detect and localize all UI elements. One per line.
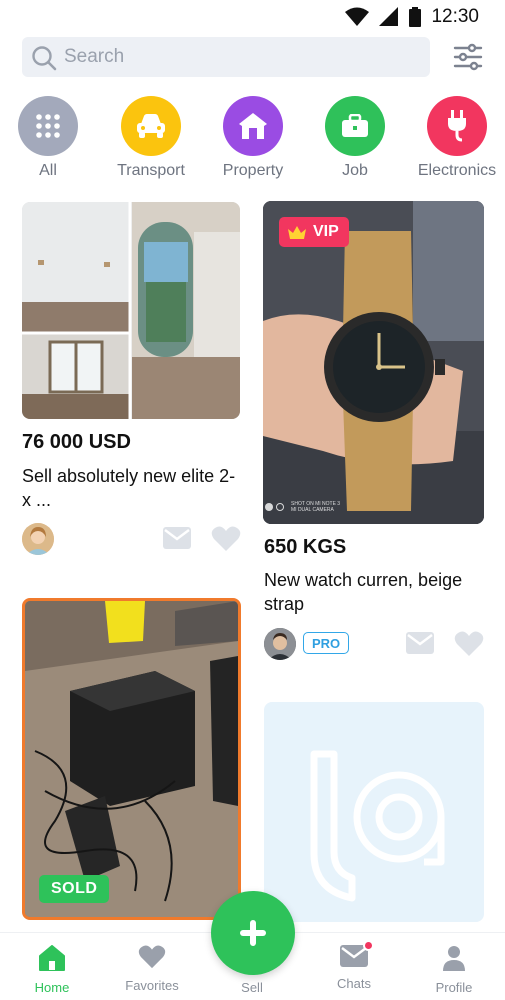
plus-icon [240,920,266,946]
cellular-signal-icon [379,7,399,26]
seller-avatar[interactable] [22,523,54,555]
category-job-circle [325,96,385,156]
nav-label: Favorites [125,978,179,993]
brand-logo-placeholder-icon [310,750,445,902]
listing-price: 650 KGS [264,536,347,558]
category-label: Job [342,162,368,179]
category-transport-circle [121,96,181,156]
crown-icon [288,225,306,239]
apartment-photo [22,202,240,419]
category-label: Transport [117,162,185,179]
nav-chats[interactable]: Chats [309,940,399,991]
nav-label: Sell [241,980,263,995]
chats-icon-wrap [340,940,374,972]
house-icon [239,113,267,139]
person-icon [443,946,465,971]
category-property-circle [223,96,283,156]
vip-badge-label: VIP [313,223,339,240]
watermark-text: SHOT ON MI NOTE 3 MI DUAL CAMERA [291,501,340,513]
grid-icon [36,114,60,138]
seller-avatar[interactable] [264,628,296,660]
listing-photo-placeholder[interactable] [264,702,484,922]
nav-sell[interactable]: Sell [207,976,297,995]
pro-badge: PRO [303,632,350,654]
status-time: 12:30 [431,6,479,27]
nav-home[interactable]: Home [7,945,97,995]
category-property[interactable]: Property [203,96,303,180]
category-all-circle [18,96,78,156]
nav-profile[interactable]: Profile [409,945,499,995]
listing-title[interactable]: Sell absolutely new elite 2-x ... [22,464,242,512]
avatar-photo [264,628,296,660]
filter-sliders-icon [453,43,483,71]
favorite-heart-icon[interactable] [454,631,484,657]
category-electronics-circle [427,96,487,156]
category-job[interactable]: Job [305,96,405,180]
category-all[interactable]: All [0,96,98,180]
nav-label: Profile [435,980,473,995]
notification-dot [363,940,374,951]
watermark-dot-icon [265,503,273,511]
message-seller-icon[interactable] [163,527,191,549]
battery-icon [409,7,422,27]
search-icon [32,46,57,71]
category-transport[interactable]: Transport [101,96,201,180]
watermark-ring-icon [276,503,284,511]
search-row [22,37,492,77]
category-label: All [39,162,57,179]
status-bar: 12:30 [0,0,505,34]
message-seller-icon[interactable] [406,632,434,654]
nav-label: Home [34,980,70,995]
listing-photo-watch[interactable]: VIP SHOT ON MI NOTE 3 MI DUAL CAMERA [263,201,484,524]
home-icon [39,945,65,971]
favorite-heart-icon[interactable] [211,526,241,552]
wifi-icon [345,7,370,26]
search-bar[interactable] [22,37,430,77]
listing-price: 76 000 USD [22,431,131,453]
sell-add-button[interactable] [211,891,295,975]
camera-watermark: SHOT ON MI NOTE 3 MI DUAL CAMERA [265,501,340,513]
category-label: Property [222,162,284,179]
sold-badge: SOLD [39,875,110,903]
avatar-photo [22,523,54,555]
nav-favorites[interactable]: Favorites [107,945,197,993]
heart-icon [138,945,166,969]
vip-badge: VIP [279,217,349,247]
watch-photo [263,201,484,524]
listing-photo-apartment[interactable] [22,202,240,419]
search-input[interactable] [64,37,414,77]
watermark-line-2: MI DUAL CAMERA [291,507,334,513]
category-list: All Transport Property Job Electronics [0,96,505,184]
filter-button[interactable] [452,41,484,73]
category-electronics[interactable]: Electronics [407,96,505,180]
listing-photo-speakers[interactable]: SOLD [22,598,241,920]
plug-icon [448,110,466,142]
category-label: Electronics [417,162,497,179]
car-icon [137,114,165,138]
speakers-photo [25,601,238,917]
nav-label: Chats [337,976,371,991]
briefcase-icon [342,114,368,137]
listing-title[interactable]: New watch curren, beige strap [264,568,486,616]
